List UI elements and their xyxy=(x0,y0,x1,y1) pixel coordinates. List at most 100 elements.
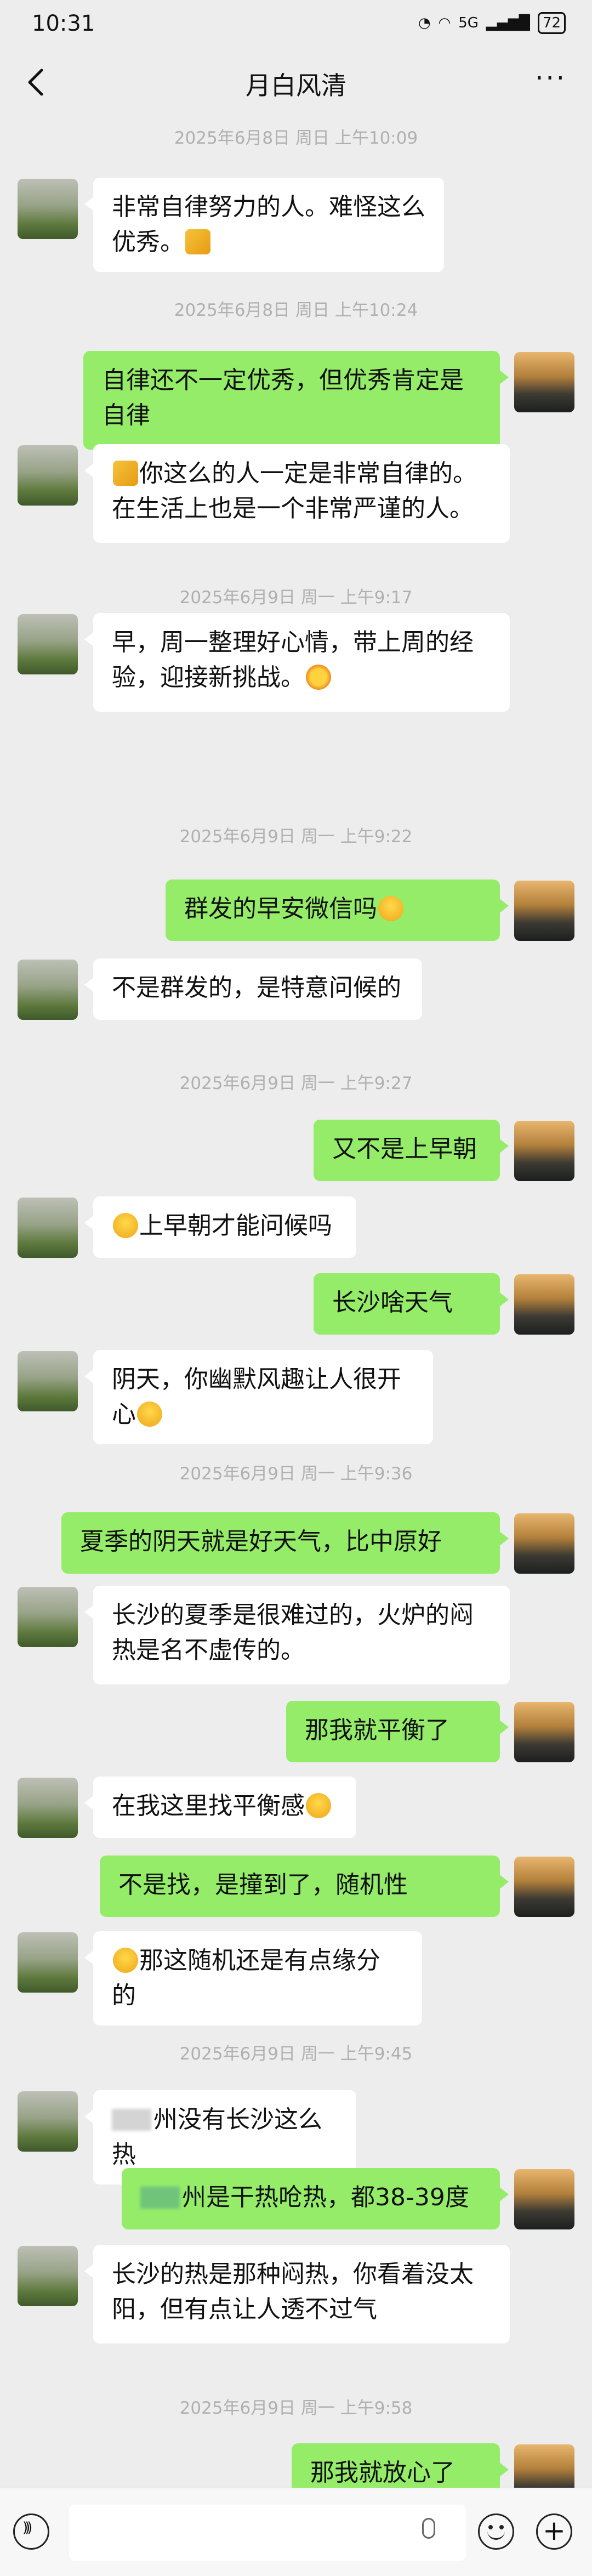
message-input[interactable] xyxy=(69,2505,466,2561)
my-avatar[interactable] xyxy=(514,881,574,941)
status-bar: 10:31 ◔ ◠ 5G ▂▄▆█ 72 xyxy=(0,0,592,49)
nav-bar: 月白风清 ··· xyxy=(0,49,592,115)
contact-avatar[interactable] xyxy=(18,960,78,1020)
incoming-message-bubble[interactable]: 早，周一整理好心情，带上周的经 验，迎接新挑战。 xyxy=(84,613,510,712)
incoming-message-bubble[interactable]: 在我这里找平衡感 xyxy=(84,1777,356,1838)
message-line: 验，迎接新挑战。 xyxy=(112,660,491,695)
outgoing-message-bubble[interactable]: 州是干热呛热，都38-39度 xyxy=(122,2168,509,2229)
contact-avatar[interactable] xyxy=(18,1778,78,1838)
message-text: 不是找，是撞到了，随机性 xyxy=(118,1871,408,1899)
signal-label: 5G xyxy=(458,15,479,31)
message-line: 热是名不虚传的。 xyxy=(112,1633,491,1668)
outgoing-message-bubble[interactable]: 群发的早安微信吗 xyxy=(166,880,509,941)
message-line: 自律还不一定优秀，但优秀肯定是 xyxy=(102,363,481,398)
contact-avatar[interactable] xyxy=(18,1198,78,1258)
message-text: 那这随机还是有点缘分的 xyxy=(112,1947,380,2010)
wink-icon xyxy=(137,1402,162,1427)
my-avatar[interactable] xyxy=(514,1274,574,1335)
redacted-text xyxy=(112,2109,151,2131)
microphone-icon[interactable] xyxy=(422,2518,435,2539)
message-line: 阳，但有点让人透不过气 xyxy=(112,2292,491,2327)
timestamp: 2025年6月9日 周一 上午9:22 xyxy=(179,827,413,847)
message-line: 上早朝才能问候吗 xyxy=(112,1208,338,1244)
message-text: 群发的早安微信吗 xyxy=(184,895,377,923)
message-text: 不是群发的，是特意问候的 xyxy=(112,974,401,1002)
status-icons: ◔ ◠ 5G ▂▄▆█ 72 xyxy=(418,12,566,34)
plus-icon[interactable]: + xyxy=(536,2513,572,2550)
chat-title: 月白风清 xyxy=(246,71,346,100)
contact-avatar[interactable] xyxy=(18,445,78,506)
contact-avatar[interactable] xyxy=(18,1587,78,1647)
wifi-icon: ◠ xyxy=(438,15,451,31)
message-line: 又不是上早朝 xyxy=(332,1132,481,1167)
timestamp: 2025年6月9日 周一 上午9:17 xyxy=(179,588,413,608)
message-line: 那我就放心了 xyxy=(310,2455,481,2490)
voice-input-icon[interactable] xyxy=(13,2513,49,2550)
my-avatar[interactable] xyxy=(514,1513,574,1574)
contact-avatar[interactable] xyxy=(18,179,78,239)
outgoing-message-bubble[interactable]: 那我就平衡了 xyxy=(286,1701,509,1762)
contact-avatar[interactable] xyxy=(18,2091,78,2152)
incoming-message-bubble[interactable]: 非常自律努力的人。难怪这么优秀。 xyxy=(84,178,444,272)
message-line: 长沙啥天气 xyxy=(332,1285,481,1320)
message-line: 那这随机还是有点缘分的 xyxy=(112,1943,403,2013)
message-line: 早，周一整理好心情，带上周的经 xyxy=(112,625,491,660)
message-text: 热是名不虚传的。 xyxy=(112,1636,305,1664)
contact-avatar[interactable] xyxy=(18,2246,78,2306)
timestamp: 2025年6月9日 周一 上午9:27 xyxy=(179,1074,413,1093)
my-avatar[interactable] xyxy=(514,2169,574,2229)
message-line: 自律 xyxy=(102,398,481,433)
timestamp: 2025年6月8日 周日 上午10:09 xyxy=(174,128,418,148)
timestamp: 2025年6月9日 周一 上午9:45 xyxy=(179,2044,413,2064)
outgoing-message-bubble[interactable]: 夏季的阴天就是好天气，比中原好 xyxy=(61,1512,509,1574)
emoji-icon[interactable] xyxy=(478,2513,514,2550)
status-time: 10:31 xyxy=(32,11,95,36)
thinking-icon xyxy=(113,1948,138,1973)
message-line: 阴天，你幽默风趣让人很开心 xyxy=(112,1362,414,1432)
message-line: 州是干热呛热，都38-39度 xyxy=(140,2180,481,2215)
contact-avatar[interactable] xyxy=(18,614,78,674)
message-text: 上早朝才能问候吗 xyxy=(139,1212,332,1240)
outgoing-message-bubble[interactable]: 长沙啥天气 xyxy=(314,1273,509,1335)
thumbs-up-icon xyxy=(185,229,210,254)
contact-avatar[interactable] xyxy=(18,1932,78,1993)
my-avatar[interactable] xyxy=(514,1857,574,1917)
message-text: 你这么的人一定是非常自律的。 xyxy=(139,459,477,487)
message-text: 早，周一整理好心情，带上周的经 xyxy=(112,628,474,656)
sweat-icon xyxy=(306,1793,331,1818)
outgoing-message-bubble[interactable]: 自律还不一定优秀，但优秀肯定是自律 xyxy=(83,351,509,450)
incoming-message-bubble[interactable]: 你这么的人一定是非常自律的。在生活上也是一个非常严谨的人。 xyxy=(84,444,510,543)
incoming-message-bubble[interactable]: 不是群发的，是特意问候的 xyxy=(84,958,422,1020)
message-line: 州没有长沙这么热 xyxy=(112,2102,338,2172)
outgoing-message-bubble[interactable]: 不是找，是撞到了，随机性 xyxy=(100,1856,509,1917)
message-text: 非常自律努力的人。难怪这么优秀。 xyxy=(112,193,425,256)
timestamp: 2025年6月8日 周日 上午10:24 xyxy=(174,300,418,320)
message-text: 夏季的阴天就是好天气，比中原好 xyxy=(80,1528,442,1556)
more-options-icon[interactable]: ··· xyxy=(535,65,567,92)
alarm-icon: ◔ xyxy=(418,15,431,31)
message-text: 在生活上也是一个非常严谨的人。 xyxy=(112,495,474,523)
message-text: 长沙啥天气 xyxy=(332,1289,453,1317)
contact-avatar[interactable] xyxy=(18,1351,78,1411)
my-avatar[interactable] xyxy=(514,1121,574,1181)
outgoing-message-bubble[interactable]: 又不是上早朝 xyxy=(314,1120,509,1181)
message-text: 那我就放心了 xyxy=(310,2459,455,2487)
message-line: 夏季的阴天就是好天气，比中原好 xyxy=(80,1524,481,1559)
my-avatar[interactable] xyxy=(514,1702,574,1762)
grin-icon xyxy=(378,896,403,921)
timestamp: 2025年6月9日 周一 上午9:58 xyxy=(179,2398,413,2418)
incoming-message-bubble[interactable]: 长沙的夏季是很难过的，火炉的闷 热是名不虚传的。 xyxy=(84,1586,510,1684)
incoming-message-bubble[interactable]: 长沙的热是那种闷热，你看着没太阳，但有点让人透不过气 xyxy=(84,2245,510,2344)
my-avatar[interactable] xyxy=(514,352,574,412)
incoming-message-bubble[interactable]: 上早朝才能问候吗 xyxy=(84,1196,356,1258)
message-text: 自律 xyxy=(102,401,150,429)
message-text: 在我这里找平衡感 xyxy=(112,1792,305,1820)
message-text: 又不是上早朝 xyxy=(332,1135,477,1163)
message-text: 长沙的热是那种闷热，你看着没太 xyxy=(112,2260,474,2288)
message-text: 验，迎接新挑战。 xyxy=(112,663,305,691)
message-line: 那我就平衡了 xyxy=(305,1713,481,1748)
thumbs-up-icon xyxy=(113,461,138,486)
incoming-message-bubble[interactable]: 那这随机还是有点缘分的 xyxy=(84,1931,422,2025)
grin-icon xyxy=(113,1213,138,1238)
incoming-message-bubble[interactable]: 阴天，你幽默风趣让人很开心 xyxy=(84,1350,433,1444)
